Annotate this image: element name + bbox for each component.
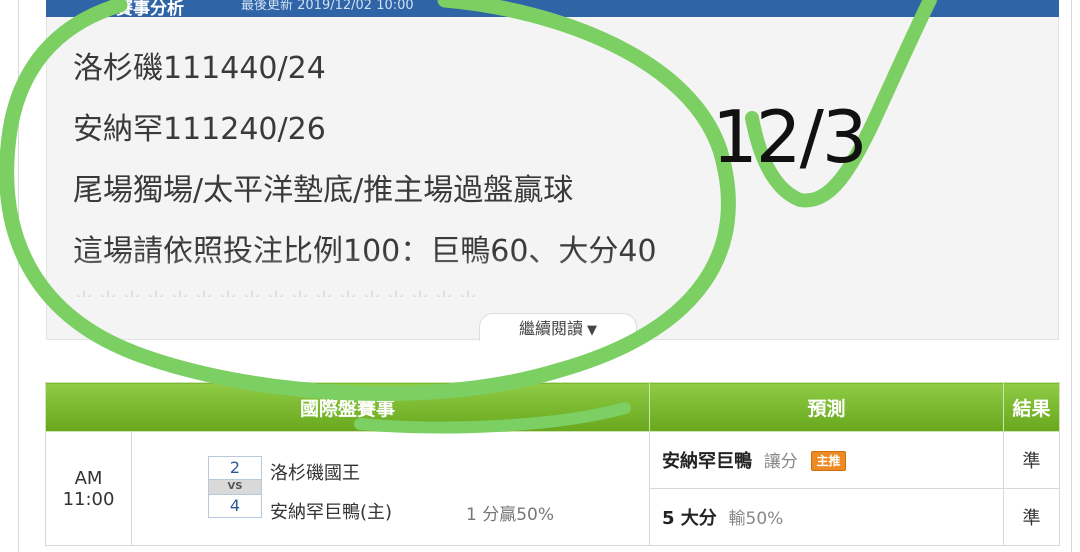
prediction-2-sub: 輸50% [728, 509, 784, 529]
match-table: 國際盤賽事 預測 結果 AM 11:00 2 VS 4 洛杉磯國王 安納罕巨鴨(… [44, 382, 1061, 546]
match-teams-cell: 2 VS 4 洛杉磯國王 安納罕巨鴨(主) 1 分贏50% [130, 431, 651, 546]
result-2: 準 [1003, 488, 1061, 546]
post-header-meta: 最後更新 2019/12/02 10:00 [241, 0, 414, 13]
prediction-1-sub: 讓分 [763, 452, 798, 472]
table-row: AM 11:00 2 VS 4 洛杉磯國王 安納罕巨鴨(主) 1 分贏50% 安… [45, 431, 1061, 546]
post-line-3: 尾場獨場/太平洋墊底/推主場過盤贏球 [73, 173, 574, 208]
match-time: AM 11:00 [45, 431, 132, 546]
result-1: 準 [1003, 431, 1061, 489]
prediction-2-main: 5 大分 [662, 508, 717, 529]
team-1-name[interactable]: 洛杉磯國王 [270, 459, 360, 485]
team-2-name[interactable]: 安納罕巨鴨(主) [270, 498, 392, 524]
handwritten-date: 12/3 [712, 95, 868, 179]
post-line-1: 洛杉磯111440/24 [73, 51, 326, 86]
vs-label: VS [208, 480, 262, 494]
away-score: 4 [208, 494, 262, 518]
read-more-button[interactable]: 繼續閱讀 ▼ [479, 313, 637, 341]
home-score: 2 [208, 456, 262, 480]
header-prediction: 預測 [649, 382, 1005, 432]
chevron-down-icon: ▼ [587, 323, 597, 338]
post-header-bar: 賽事分析 最後更新 2019/12/02 10:00 [46, 0, 1059, 19]
header-match: 國際盤賽事 [44, 382, 651, 432]
analysis-post: 洛杉磯111440/24 安納罕111240/26 尾場獨場/太平洋墊底/推主場… [46, 17, 1059, 341]
featured-pick-badge: 主推 [811, 451, 846, 471]
handicap-result: 1 分贏50% [466, 505, 555, 525]
prediction-2: 5 大分 輸50% [649, 488, 1005, 546]
post-line-2: 安納罕111240/26 [73, 112, 326, 147]
prediction-1: 安納罕巨鴨 讓分 主推 [649, 431, 1005, 489]
read-more-label: 繼續閱讀 [518, 319, 583, 338]
header-result: 結果 [1003, 382, 1061, 432]
prediction-1-main: 安納罕巨鴨 [662, 451, 753, 472]
